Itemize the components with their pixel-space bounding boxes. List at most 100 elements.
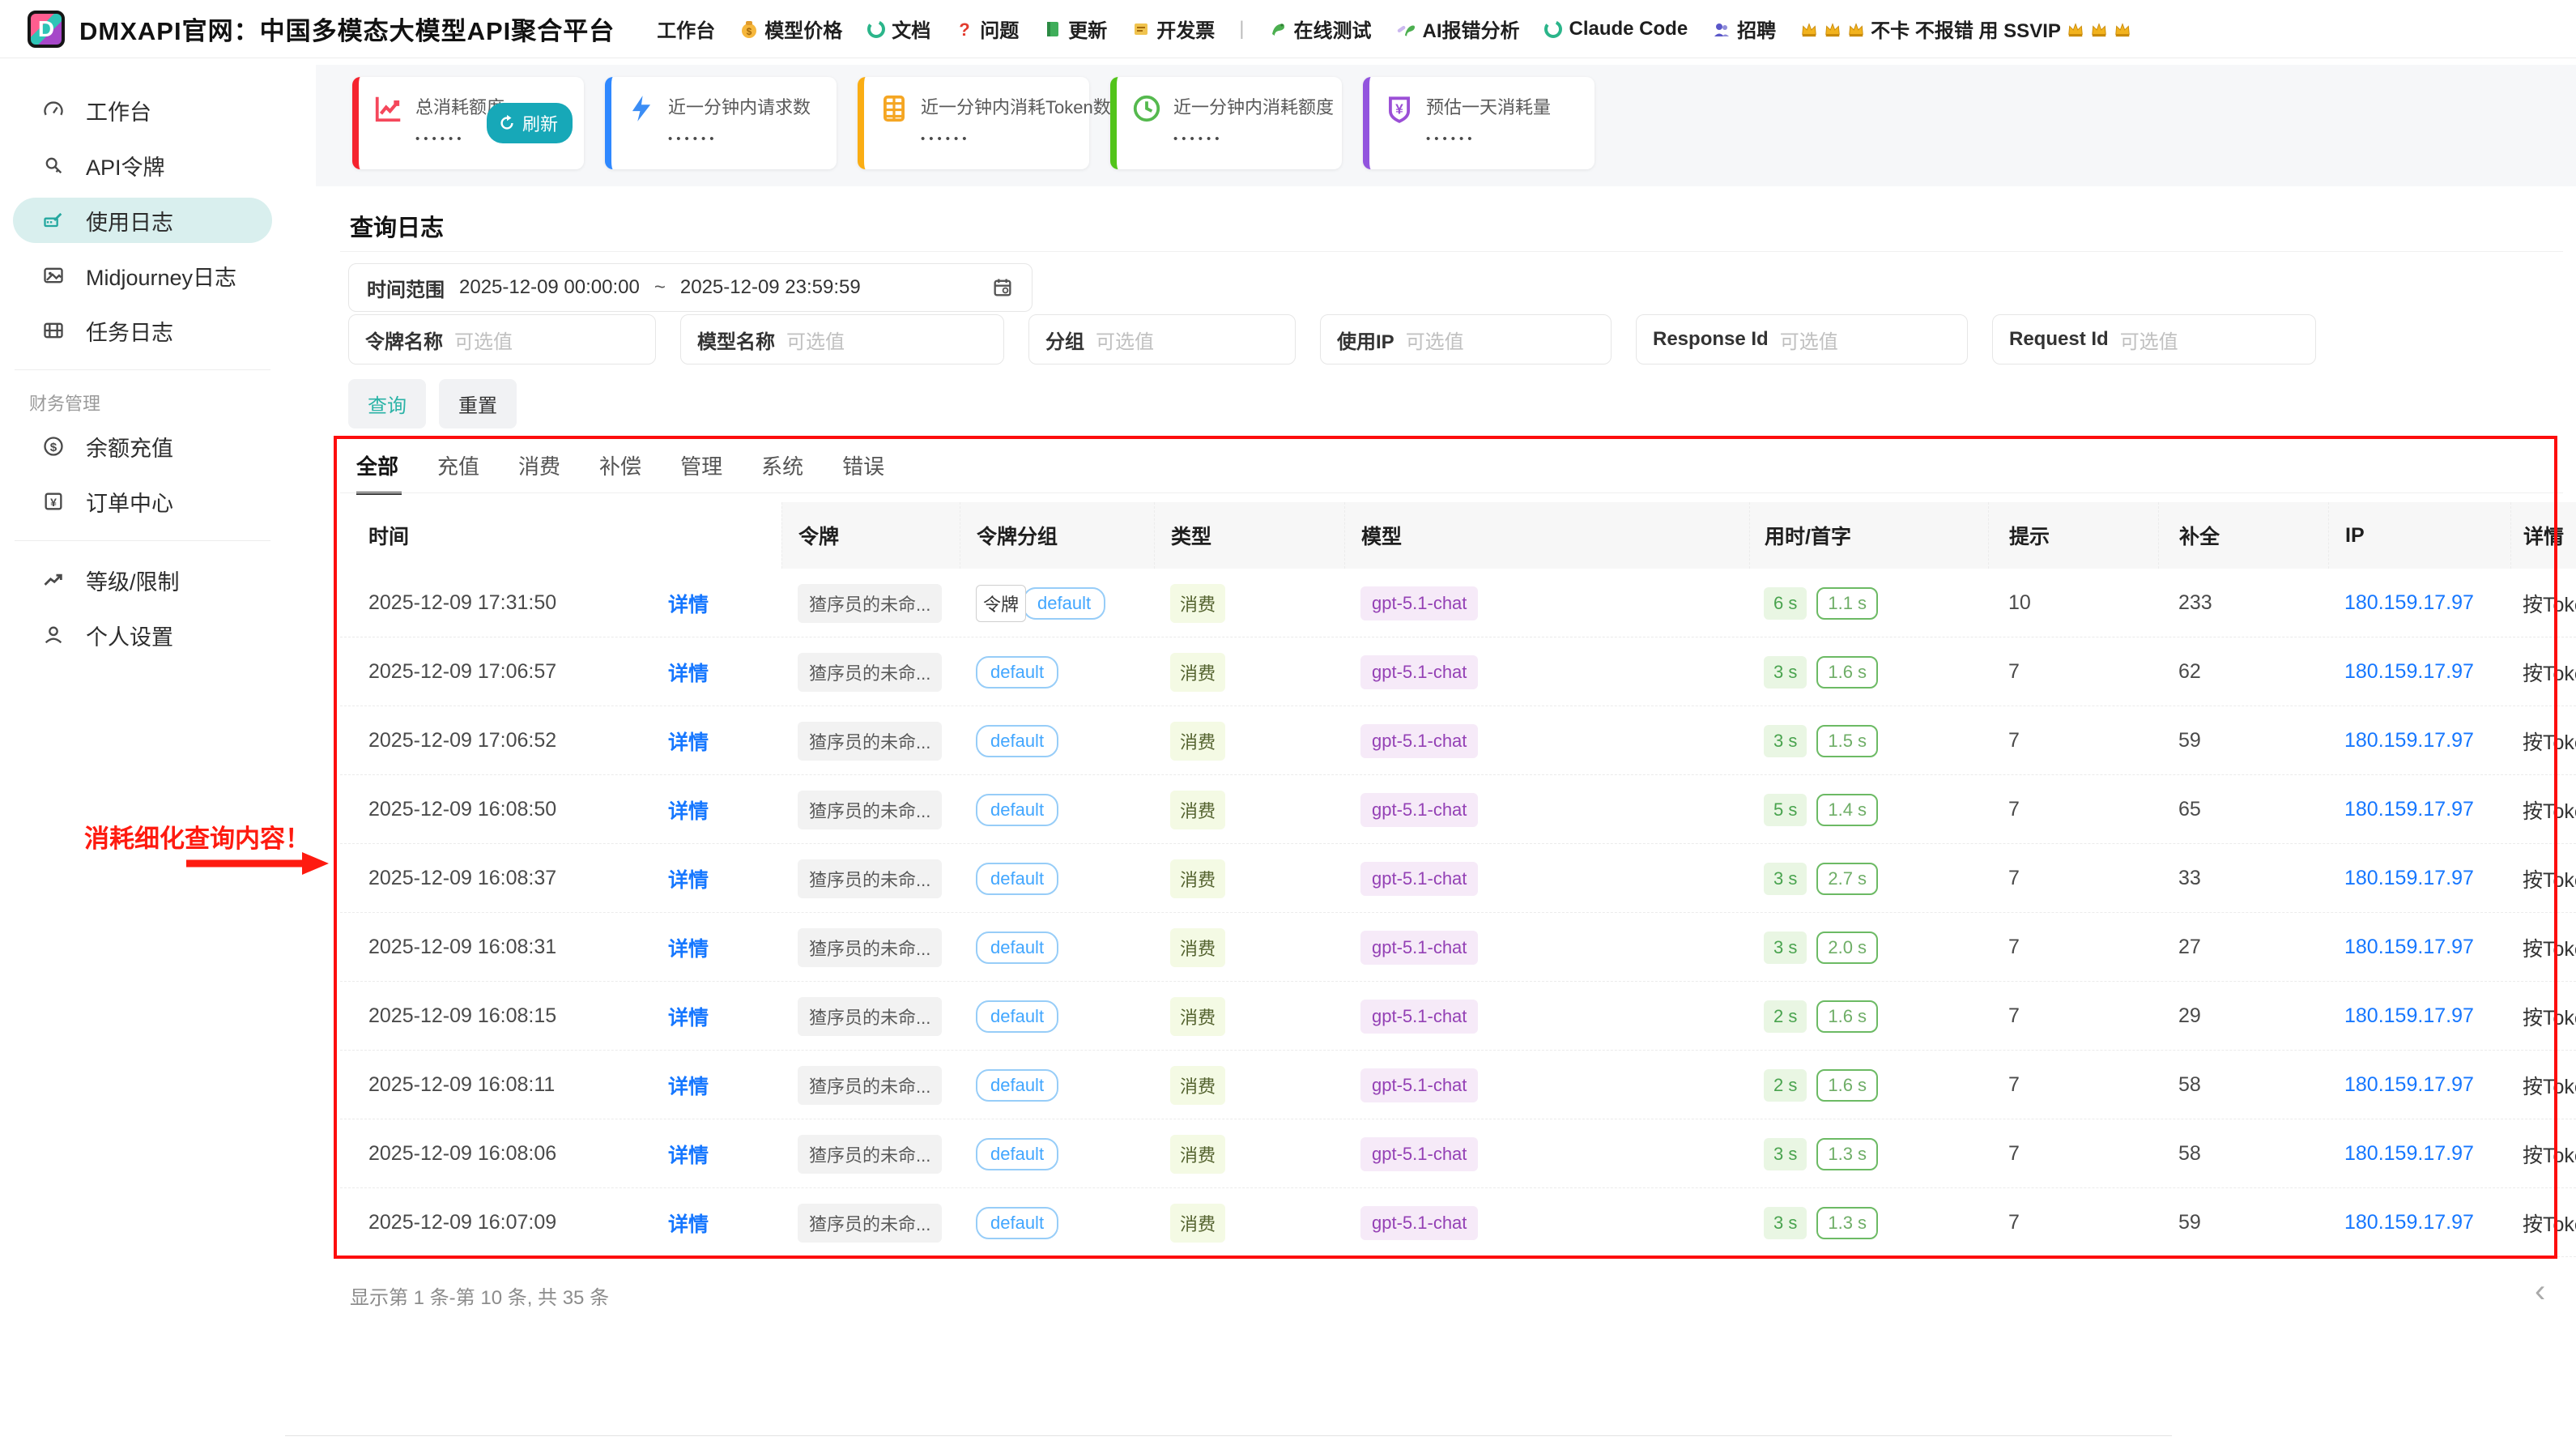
tab-补偿[interactable]: 补偿 [599,450,641,495]
cell-ip: 180.159.17.97 [2328,775,2510,844]
tab-充值[interactable]: 充值 [437,450,479,495]
sidebar-item-API令牌[interactable]: API令牌 [13,143,272,188]
cell-token: 猹序员的未命... [781,569,960,637]
ip-link[interactable]: 180.159.17.97 [2344,798,2474,821]
tab-全部[interactable]: 全部 [356,450,398,495]
nav-item-12[interactable]: 不卡 不报错 用 SSVIP [1800,15,2131,43]
nav-item-6[interactable]: 开发票 [1131,15,1215,43]
ip-link[interactable]: 180.159.17.97 [2344,1004,2474,1028]
crown-icon [1847,20,1865,38]
nav-item-8[interactable]: 在线测试 [1268,15,1371,43]
ip-link[interactable]: 180.159.17.97 [2344,1211,2474,1234]
detail-link[interactable]: 详情 [668,727,709,756]
time-to-value[interactable]: 2025-12-09 23:59:59 [680,276,861,299]
tab-管理[interactable]: 管理 [680,450,722,495]
ip-link[interactable]: 180.159.17.97 [2344,936,2474,959]
cell-duration: 2 s1.6 s [1749,1051,1988,1119]
sidebar-item-等级/限制[interactable]: 等级/限制 [13,557,272,603]
sidebar-item-余额充值[interactable]: $余额充值 [13,424,272,469]
nav-item-9[interactable]: AI报错分析 [1395,15,1519,43]
filter-placeholder: 可选值 [786,326,845,354]
detail-link[interactable]: 详情 [668,1002,709,1031]
svg-text:$: $ [747,26,752,37]
search-button[interactable]: 查询 [348,379,426,428]
tab-错误[interactable]: 错误 [842,450,884,495]
detail-link[interactable]: 详情 [668,864,709,893]
cell-completion: 27 [2158,913,2328,982]
sidebar-item-工作台[interactable]: 工作台 [13,87,272,133]
detail-link[interactable]: 详情 [668,1071,709,1100]
first-token-tag: 1.4 s [1816,794,1878,826]
filter-input-令牌名称[interactable]: 令牌名称可选值 [348,314,656,365]
table-row: 2025-12-09 16:08:37详情猹序员的未命...default消费g… [340,844,2576,913]
nav-item-11[interactable]: 招聘 [1712,15,1776,43]
sidebar-item-使用日志[interactable]: 使用日志 [13,198,272,243]
time-from-value[interactable]: 2025-12-09 00:00:00 [459,276,640,299]
row-timestamp: 2025-12-09 17:06:52 [368,729,556,752]
first-token-tag: 1.3 s [1816,1138,1878,1170]
refresh-button[interactable]: 刷新 [487,103,573,143]
nav-item-5[interactable]: 更新 [1043,15,1107,43]
cell-detail: 按Token计费 [2510,1051,2576,1119]
log-type-tag: 消费 [1170,722,1225,761]
cell-time: 2025-12-09 16:07:09 [340,1188,640,1257]
time-range-picker[interactable]: 时间范围 2025-12-09 00:00:00 ~ 2025-12-09 23… [348,263,1033,312]
sidebar-item-订单中心[interactable]: ¥订单中心 [13,479,272,524]
cell-time: 2025-12-09 16:08:50 [340,775,640,844]
cell-duration: 5 s1.4 s [1749,775,1988,844]
sidebar-item-Midjourney日志[interactable]: Midjourney日志 [13,253,272,298]
filter-label: 使用IP [1337,326,1394,354]
sidebar-item-任务日志[interactable]: 任务日志 [13,308,272,353]
cell-duration: 3 s2.0 s [1749,913,1988,982]
tab-系统[interactable]: 系统 [761,450,803,495]
nav-item-10[interactable]: Claude Code [1543,18,1688,41]
nav-item-1[interactable]: 工作台 [657,15,715,43]
cell-detail: 按Token计费 [2510,706,2576,775]
token-group-tag: default [976,863,1058,895]
completion-tokens: 62 [2178,660,2201,684]
detail-link[interactable]: 详情 [668,658,709,687]
token-name-tag: 猹序员的未命... [798,928,942,967]
cell-model: gpt-5.1-chat [1344,637,1749,706]
cell-completion: 33 [2158,844,2328,913]
filter-input-分组[interactable]: 分组可选值 [1028,314,1296,365]
ip-link[interactable]: 180.159.17.97 [2344,660,2474,684]
filter-input-Request Id[interactable]: Request Id可选值 [1992,314,2316,365]
stat-card-content: 近一分钟内消耗Token数•••••• [879,93,1078,146]
cell-time: 2025-12-09 16:08:15 [340,982,640,1051]
token-name-tag: 猹序员的未命... [798,653,942,692]
cell-time: 2025-12-09 16:08:31 [340,913,640,982]
filter-input-模型名称[interactable]: 模型名称可选值 [680,314,1004,365]
token-group-tag: default [1023,587,1105,620]
detail-link[interactable]: 详情 [668,1140,709,1169]
detail-link[interactable]: 详情 [668,1209,709,1238]
nav-item-4[interactable]: ?问题 [955,15,1019,43]
ip-link[interactable]: 180.159.17.97 [2344,591,2474,615]
cell-duration: 3 s1.5 s [1749,706,1988,775]
completion-tokens: 27 [2178,936,2201,959]
filter-input-Response Id[interactable]: Response Id可选值 [1636,314,1968,365]
chevron-left-icon[interactable]: ‹ [2535,1273,2545,1310]
tab-消费[interactable]: 消费 [518,450,560,495]
ip-link[interactable]: 180.159.17.97 [2344,867,2474,890]
nav-item-2[interactable]: $模型价格 [739,15,842,43]
billing-detail: 按Token计费 [2523,658,2576,687]
detail-link[interactable]: 详情 [668,589,709,618]
sidebar-item-个人设置[interactable]: 个人设置 [13,612,272,658]
sidebar-item-label: 使用日志 [86,205,173,237]
usage-log-table: 时间令牌令牌分组类型模型用时/首字提示补全IP详情 2025-12-09 17:… [340,502,2576,1257]
detail-link[interactable]: 详情 [668,933,709,962]
cell-type: 消费 [1154,844,1344,913]
cell-type: 消费 [1154,775,1344,844]
ip-link[interactable]: 180.159.17.97 [2344,1073,2474,1097]
detail-link[interactable]: 详情 [668,795,709,825]
reset-button[interactable]: 重置 [439,379,517,428]
ip-link[interactable]: 180.159.17.97 [2344,729,2474,752]
invoice-icon [1131,19,1151,39]
stat-card-content: 近一分钟内请求数•••••• [626,93,825,146]
nav-item-3[interactable]: 文档 [866,15,930,43]
ip-link[interactable]: 180.159.17.97 [2344,1142,2474,1166]
token-group-tag: default [976,656,1058,689]
calendar-icon[interactable] [991,276,1014,299]
filter-input-使用IP[interactable]: 使用IP可选值 [1320,314,1612,365]
